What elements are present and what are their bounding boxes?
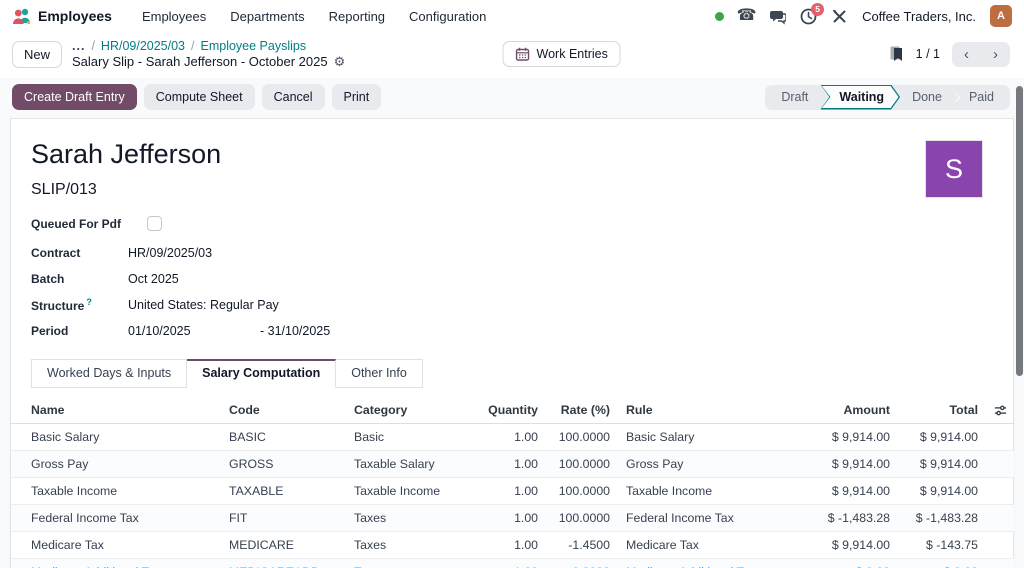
col-header-amount[interactable]: Amount [778, 397, 898, 425]
col-header-code[interactable]: Code [221, 397, 346, 425]
adjust-columns-icon[interactable] [994, 404, 1007, 417]
breadcrumb-separator: / [191, 39, 195, 53]
app-name[interactable]: Employees [38, 8, 112, 24]
menu-departments[interactable]: Departments [220, 5, 314, 28]
status-pipeline: Draft Waiting Done Paid [765, 84, 1010, 110]
period-end-value[interactable]: - 31/10/2025 [260, 324, 330, 338]
compute-sheet-button[interactable]: Compute Sheet [143, 84, 255, 110]
messages-icon[interactable] [769, 8, 787, 25]
col-header-category[interactable]: Category [346, 397, 478, 425]
create-draft-entry-button[interactable]: Create Draft Entry [12, 84, 137, 110]
employees-app-icon[interactable] [12, 7, 32, 25]
pager-count: 1 / 1 [915, 47, 940, 61]
notebook-tabs: Worked Days & Inputs Salary Computation … [31, 359, 1013, 388]
breadcrumb-separator: / [91, 39, 95, 53]
structure-label: Structure? [31, 297, 92, 313]
breadcrumb: ... / HR/09/2025/03 / Employee Payslips … [72, 39, 345, 69]
field-group: Contract HR/09/2025/03 Batch Oct 2025 St… [11, 240, 1013, 344]
menu-employees[interactable]: Employees [132, 5, 216, 28]
breadcrumb-contract-link[interactable]: HR/09/2025/03 [101, 39, 185, 53]
table-row[interactable]: Federal Income Tax FIT Taxes 1.00 100.0000 … [11, 504, 1014, 533]
col-header-name[interactable]: Name [11, 397, 221, 425]
activities-icon[interactable]: 5 [800, 2, 825, 25]
main-menu: Employees Departments Reporting Configur… [132, 5, 496, 28]
queued-for-pdf-label: Queued For Pdf [31, 216, 121, 231]
pager-next-button[interactable]: › [981, 42, 1010, 67]
col-header-total[interactable]: Total [898, 397, 986, 425]
col-header-quantity[interactable]: Quantity [478, 397, 546, 425]
online-status-dot [715, 11, 725, 21]
work-entries-label: Work Entries [536, 47, 608, 61]
table-row-muted[interactable]: Medicare Additional TaxMEDICAREADDTaxes … [11, 558, 1014, 568]
activity-count-badge: 5 [811, 2, 825, 16]
batch-value[interactable]: Oct 2025 [128, 272, 179, 286]
contract-value[interactable]: HR/09/2025/03 [128, 246, 212, 260]
employee-avatar[interactable]: S [925, 140, 983, 198]
settings-gear-icon[interactable]: ⚙ [334, 55, 346, 68]
queued-for-pdf-checkbox[interactable] [147, 216, 162, 231]
new-button[interactable]: New [12, 40, 63, 68]
action-bar: Create Draft Entry Compute Sheet Cancel … [0, 78, 1024, 118]
payslip-reference[interactable]: SLIP/013 [11, 181, 1013, 199]
user-avatar[interactable]: A [990, 5, 1012, 27]
vertical-scrollbar[interactable] [1016, 86, 1023, 376]
softphone-icon[interactable]: ☎ [737, 8, 757, 25]
contract-label: Contract [31, 246, 81, 260]
status-waiting-label: Waiting [839, 90, 885, 104]
status-waiting-active[interactable]: Waiting [820, 85, 900, 110]
menu-configuration[interactable]: Configuration [399, 5, 496, 28]
structure-value[interactable]: United States: Regular Pay [128, 298, 279, 312]
tab-other-info[interactable]: Other Info [336, 359, 423, 388]
breadcrumb-current: Salary Slip - Sarah Jefferson - October … [72, 54, 328, 69]
status-done[interactable]: Done [900, 85, 954, 110]
bookmark-icon[interactable] [889, 46, 904, 62]
status-paid[interactable]: Paid [957, 85, 1006, 110]
tab-worked-days-inputs[interactable]: Worked Days & Inputs [31, 359, 188, 388]
company-switcher[interactable]: Coffee Traders, Inc. [862, 9, 976, 24]
table-row[interactable]: Gross Pay GROSS Taxable Salary 1.00 100.000… [11, 450, 1014, 479]
employee-name[interactable]: Sarah Jefferson [11, 139, 1013, 170]
form-sheet: S Sarah Jefferson SLIP/013 Queued For Pd… [10, 118, 1014, 568]
work-entries-button[interactable]: Work Entries [502, 41, 621, 67]
batch-label: Batch [31, 272, 65, 286]
status-draft[interactable]: Draft [769, 85, 820, 110]
table-row[interactable]: Medicare Tax MEDICARE Taxes 1.00 -1.4500 Me… [11, 531, 1014, 560]
breadcrumb-ellipsis[interactable]: ... [72, 39, 85, 53]
period-start-value[interactable]: 01/10/2025 [128, 324, 260, 338]
top-navbar: Employees Employees Departments Reportin… [0, 0, 1024, 32]
col-header-rate[interactable]: Rate (%) [546, 397, 618, 425]
print-button[interactable]: Print [331, 84, 382, 110]
tab-salary-computation[interactable]: Salary Computation [187, 359, 337, 388]
period-label: Period [31, 324, 69, 338]
table-header-row: Name Code Category Quantity Rate (%) Rul… [11, 397, 1014, 425]
col-header-rule[interactable]: Rule [618, 397, 778, 425]
pager-previous-button[interactable]: ‹ [952, 42, 981, 67]
table-row[interactable]: Taxable Income TAXABLE Taxable Income 1.00… [11, 477, 1014, 506]
salary-computation-table: Name Code Category Quantity Rate (%) Rul… [11, 397, 1014, 568]
tools-icon[interactable] [831, 8, 848, 25]
menu-reporting[interactable]: Reporting [319, 5, 395, 28]
breadcrumb-payslips-link[interactable]: Employee Payslips [201, 39, 307, 53]
structure-help-icon[interactable]: ? [86, 297, 92, 307]
cancel-button[interactable]: Cancel [261, 84, 325, 110]
control-panel: New ... / HR/09/2025/03 / Employee Paysl… [0, 32, 1024, 78]
calendar-icon [515, 47, 530, 61]
pager: ‹ › [952, 41, 1010, 67]
table-row[interactable]: Basic Salary BASIC Basic 1.00 100.0000 Basi… [11, 423, 1014, 452]
